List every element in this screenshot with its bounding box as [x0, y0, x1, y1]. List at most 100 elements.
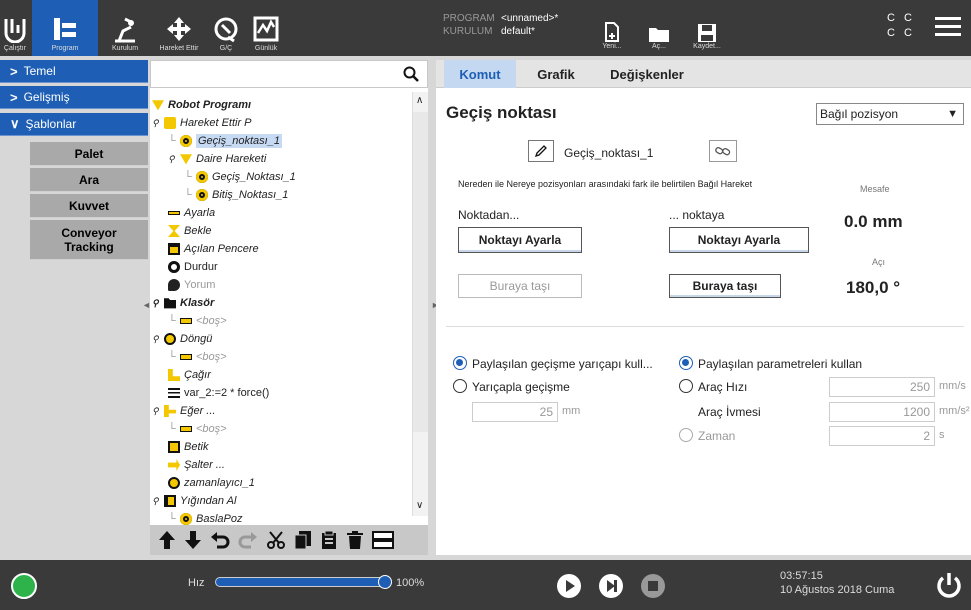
rename-button[interactable]	[528, 140, 554, 162]
move-here-from-button[interactable]: Buraya taşı	[458, 274, 582, 298]
play-icon[interactable]	[556, 573, 582, 599]
tree-node-halt[interactable]: Durdur	[168, 258, 218, 276]
nav-templates[interactable]: ∨ Şablonlar	[0, 113, 148, 136]
move-up-icon[interactable]	[158, 530, 176, 550]
robot-status-icon[interactable]	[11, 573, 37, 599]
tool-speed-radio[interactable]	[679, 379, 693, 393]
move-tab[interactable]: Hareket Ettir	[150, 0, 208, 56]
tree-search-box[interactable]	[150, 60, 428, 88]
save-file-button[interactable]: Kaydet...	[688, 4, 726, 54]
tool-speed-label: Araç Hızı	[698, 380, 748, 394]
move-arrows-icon	[167, 17, 191, 41]
angle-label: Açı	[872, 257, 886, 267]
tree-node-empty[interactable]: └ <boş>	[168, 420, 227, 438]
tree-node-if[interactable]: ⚲ Eğer ...	[152, 402, 215, 420]
search-icon[interactable]	[403, 66, 419, 82]
stop-icon[interactable]	[640, 573, 666, 599]
copy-icon[interactable]	[294, 530, 312, 550]
tree-node-popup[interactable]: Açılan Pencere	[168, 240, 259, 258]
set-from-point-button[interactable]: Noktayı Ayarla	[458, 227, 582, 253]
left-panel-collapse-handle[interactable]: ◄	[142, 300, 151, 310]
tree-node-loop[interactable]: ⚲ Döngü	[152, 330, 212, 348]
chevron-down-icon: ∨	[10, 116, 20, 131]
cut-scissors-icon[interactable]	[266, 530, 286, 550]
tree-node-comment[interactable]: Yorum	[168, 276, 215, 294]
stack-icon	[164, 495, 176, 507]
tool-accel-field[interactable]: 1200	[829, 402, 935, 422]
tree-node-waypoint-selected[interactable]: └ Geçiş_noktası_1	[168, 132, 282, 150]
nav-advanced[interactable]: > Gelişmiş	[0, 86, 148, 109]
shared-blend-radio[interactable]	[453, 356, 467, 370]
link-waypoint-button[interactable]	[709, 140, 737, 162]
nav-template-search[interactable]: Ara	[30, 168, 148, 192]
scroll-down-icon[interactable]: ∨	[416, 500, 423, 511]
shared-blend-label: Paylaşılan geçişme yarıçapı kull...	[472, 357, 653, 371]
tab-graphics[interactable]: Grafik	[526, 60, 586, 88]
delete-trash-icon[interactable]	[346, 530, 364, 550]
shared-params-radio[interactable]	[679, 356, 693, 370]
tree-node-switch[interactable]: Şalter ...	[168, 456, 225, 474]
power-icon[interactable]	[935, 571, 963, 599]
new-file-button[interactable]: Yeni...	[593, 4, 631, 54]
tree-node-destack[interactable]: ⚲ Yığından Al	[152, 492, 236, 510]
tree-node-assignment[interactable]: var_2:=2 * force()	[168, 384, 269, 402]
set-to-point-button[interactable]: Noktayı Ayarla	[669, 227, 809, 253]
blend-radius-radio[interactable]	[453, 379, 467, 393]
time-radio[interactable]	[679, 428, 693, 442]
nav-template-force[interactable]: Kuvvet	[30, 194, 148, 218]
speed-value: 100%	[396, 577, 425, 589]
top-bar: Çalıştır Program Kurulum Hareket Ettir G…	[0, 0, 971, 56]
tree-scrollbar[interactable]: ∧ ∨	[412, 92, 428, 516]
popup-icon	[168, 243, 180, 255]
tree-node-empty[interactable]: └ <boş>	[168, 312, 227, 330]
tree-node-call[interactable]: Çağır	[168, 366, 211, 384]
io-tab[interactable]: G/Ç	[210, 0, 242, 56]
log-tab[interactable]: Günlük	[246, 0, 286, 56]
program-tab[interactable]: Program	[32, 0, 98, 56]
tree-node-wait[interactable]: Bekle	[168, 222, 212, 240]
tree-node-via-point[interactable]: └ Geçiş_Noktası_1	[184, 168, 296, 186]
blend-radius-field[interactable]: 25	[472, 402, 558, 422]
scrollbar-thumb[interactable]	[413, 112, 428, 432]
speed-slider-handle[interactable]	[378, 575, 392, 589]
nav-basic[interactable]: > Temel	[0, 60, 148, 83]
step-icon[interactable]	[598, 573, 624, 599]
to-label: ... noktaya	[669, 208, 725, 222]
script-icon	[168, 441, 180, 453]
blend-unit: mm	[562, 405, 581, 417]
speed-label: Hız	[188, 577, 205, 589]
nav-template-palletizing[interactable]: Palet	[30, 142, 148, 166]
pencil-icon	[534, 145, 547, 158]
tree-node-empty[interactable]: └ <boş>	[168, 348, 227, 366]
if-branch-icon	[164, 405, 176, 417]
redo-icon[interactable]	[238, 530, 258, 550]
time-field[interactable]: 2	[829, 426, 935, 446]
installation-tab[interactable]: Kurulum	[102, 0, 148, 56]
undo-icon[interactable]	[210, 530, 230, 550]
run-tab[interactable]: Çalıştır	[0, 0, 30, 56]
program-info: PROGRAM <unnamed>* KURULUM default*	[443, 13, 559, 37]
open-file-button[interactable]: Aç...	[640, 4, 678, 54]
move-down-icon[interactable]	[184, 530, 202, 550]
nav-template-conveyor-tracking[interactable]: Conveyor Tracking	[30, 220, 148, 260]
scroll-up-icon[interactable]: ∧	[416, 95, 423, 106]
suppress-icon[interactable]	[372, 530, 394, 550]
tree-node-circle-move[interactable]: ⚲ Daire Hareketi	[168, 150, 266, 168]
tool-speed-field[interactable]: 250	[829, 377, 935, 397]
new-file-icon	[605, 22, 619, 42]
tree-node-end-point[interactable]: └ Bitiş_Noktası_1	[184, 186, 288, 204]
tree-node-folder[interactable]: ⚲ Klasör	[152, 294, 214, 312]
tree-node-script[interactable]: Betik	[168, 438, 208, 456]
paste-icon[interactable]	[320, 530, 338, 550]
empty-slot-icon	[180, 318, 192, 324]
tab-command[interactable]: Komut	[444, 60, 516, 88]
tree-node-robot-program[interactable]: Robot Programı	[152, 96, 251, 114]
tree-node-timer[interactable]: zamanlayıcı_1	[168, 474, 255, 492]
position-type-dropdown[interactable]: Bağıl pozisyon ▼	[816, 103, 964, 125]
move-here-to-button[interactable]: Buraya taşı	[669, 274, 781, 298]
tree-node-set[interactable]: Ayarla	[168, 204, 215, 222]
speed-slider-track[interactable]	[215, 577, 391, 587]
tab-variables[interactable]: Değişkenler	[592, 60, 702, 88]
hamburger-menu-icon[interactable]	[935, 16, 961, 38]
tree-node-move-p[interactable]: ⚲ Hareket Ettir P	[152, 114, 252, 132]
